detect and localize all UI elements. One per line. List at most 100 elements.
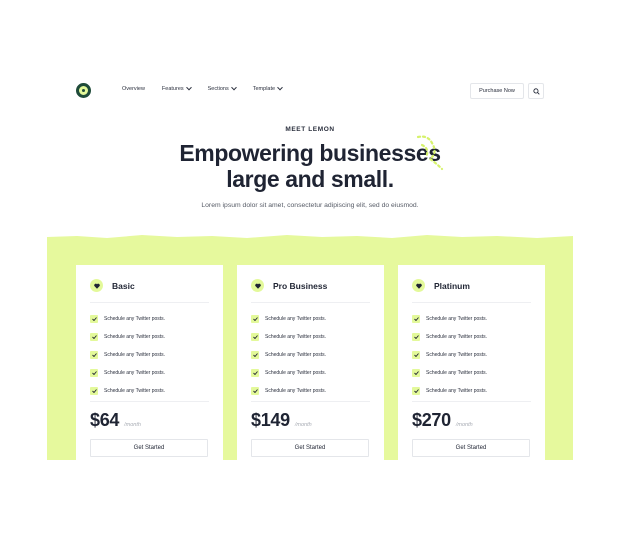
feature-item: Schedule any Twitter posts. [251,310,326,328]
price: $270 [412,410,451,430]
price-row: $149 /month [251,410,312,431]
heart-icon [412,279,425,292]
feature-item: Schedule any Twitter posts. [90,364,165,382]
feature-item: Schedule any Twitter posts. [251,364,326,382]
pricing-card-basic: Basic Schedule any Twitter posts. Schedu… [76,265,223,460]
check-icon [90,315,98,323]
feature-list: Schedule any Twitter posts. Schedule any… [251,310,326,400]
feature-item: Schedule any Twitter posts. [90,310,165,328]
nav-sections-label: Sections [207,86,229,92]
check-icon [412,369,420,377]
nav-features-label: Features [161,86,184,92]
feature-text: Schedule any Twitter posts. [104,316,166,322]
purchase-now-button[interactable]: Purchase Now [470,83,524,99]
check-icon [412,315,420,323]
get-started-button[interactable]: Get Started [251,439,369,457]
hero-subtext: Lorem ipsum dolor sit amet, consectetur … [201,202,419,209]
feature-text: Schedule any Twitter posts. [265,334,327,340]
price: $64 [90,410,120,430]
check-icon [90,351,98,359]
feature-item: Schedule any Twitter posts. [412,310,487,328]
get-started-button[interactable]: Get Started [412,439,530,457]
feature-text: Schedule any Twitter posts. [426,370,488,376]
chevron-down-icon [277,84,283,91]
plan-name: Platinum [434,280,470,291]
feature-text: Schedule any Twitter posts. [426,316,488,322]
feature-item: Schedule any Twitter posts. [251,346,326,364]
heart-icon [90,279,103,292]
divider [90,401,209,402]
get-started-button[interactable]: Get Started [90,439,208,457]
nav-sections[interactable]: Sections [207,84,237,92]
check-icon [90,333,98,341]
divider [412,302,531,303]
feature-text: Schedule any Twitter posts. [426,352,488,358]
feature-text: Schedule any Twitter posts. [265,316,327,322]
hero-headline: Empowering businesses large and small. [0,140,620,192]
feature-item: Schedule any Twitter posts. [412,382,487,400]
price-row: $270 /month [412,410,473,431]
check-icon [251,351,259,359]
main-nav: Overview Features Sections Template [122,84,283,92]
feature-text: Schedule any Twitter posts. [265,388,327,394]
card-header: Platinum [412,279,470,292]
feature-item: Schedule any Twitter posts. [90,346,165,364]
nav-overview[interactable]: Overview [122,86,145,92]
chevron-down-icon [185,84,192,91]
hero-headline-line1: Empowering businesses [179,140,441,166]
hero-headline-line2: large and small. [226,166,394,192]
feature-text: Schedule any Twitter posts. [265,352,327,358]
chevron-down-icon [230,84,237,91]
feature-item: Schedule any Twitter posts. [412,346,487,364]
divider [251,302,370,303]
price: $149 [251,410,290,430]
feature-text: Schedule any Twitter posts. [104,352,166,358]
check-icon [251,369,259,377]
search-icon [532,87,540,95]
feature-item: Schedule any Twitter posts. [412,364,487,382]
sparkle-decoration-icon [416,135,444,171]
price-row: $64 /month [90,410,141,431]
price-period: /month [455,422,473,428]
divider [90,302,209,303]
check-icon [412,351,420,359]
feature-list: Schedule any Twitter posts. Schedule any… [90,310,165,400]
feature-item: Schedule any Twitter posts. [90,382,165,400]
feature-list: Schedule any Twitter posts. Schedule any… [412,310,487,400]
search-button[interactable] [528,83,544,99]
feature-text: Schedule any Twitter posts. [104,334,166,340]
price-period: /month [124,422,141,428]
feature-text: Schedule any Twitter posts. [265,370,327,376]
divider [412,401,531,402]
feature-item: Schedule any Twitter posts. [412,328,487,346]
check-icon [90,369,98,377]
plan-name: Pro Business [273,280,328,291]
card-header: Basic [90,279,135,292]
nav-features[interactable]: Features [161,84,192,92]
check-icon [412,333,420,341]
pricing-card-pro-business: Pro Business Schedule any Twitter posts.… [237,265,384,460]
check-icon [90,387,98,395]
feature-text: Schedule any Twitter posts. [426,388,488,394]
divider [251,401,370,402]
nav-overview-label: Overview [122,86,145,92]
nav-template[interactable]: Template [252,84,283,92]
price-period: /month [294,422,312,428]
check-icon [412,387,420,395]
heart-icon [251,279,264,292]
pricing-card-platinum: Platinum Schedule any Twitter posts. Sch… [398,265,545,460]
hero-eyebrow: MEET LEMON [285,126,335,133]
plan-name: Basic [112,280,135,291]
check-icon [251,333,259,341]
card-header: Pro Business [251,279,327,292]
feature-text: Schedule any Twitter posts. [104,370,166,376]
nav-template-label: Template [252,86,276,92]
lemon-logo-icon[interactable] [76,83,91,98]
check-icon [251,387,259,395]
feature-text: Schedule any Twitter posts. [104,388,166,394]
feature-text: Schedule any Twitter posts. [426,334,488,340]
check-icon [251,315,259,323]
feature-item: Schedule any Twitter posts. [251,382,326,400]
feature-item: Schedule any Twitter posts. [90,328,165,346]
feature-item: Schedule any Twitter posts. [251,328,326,346]
